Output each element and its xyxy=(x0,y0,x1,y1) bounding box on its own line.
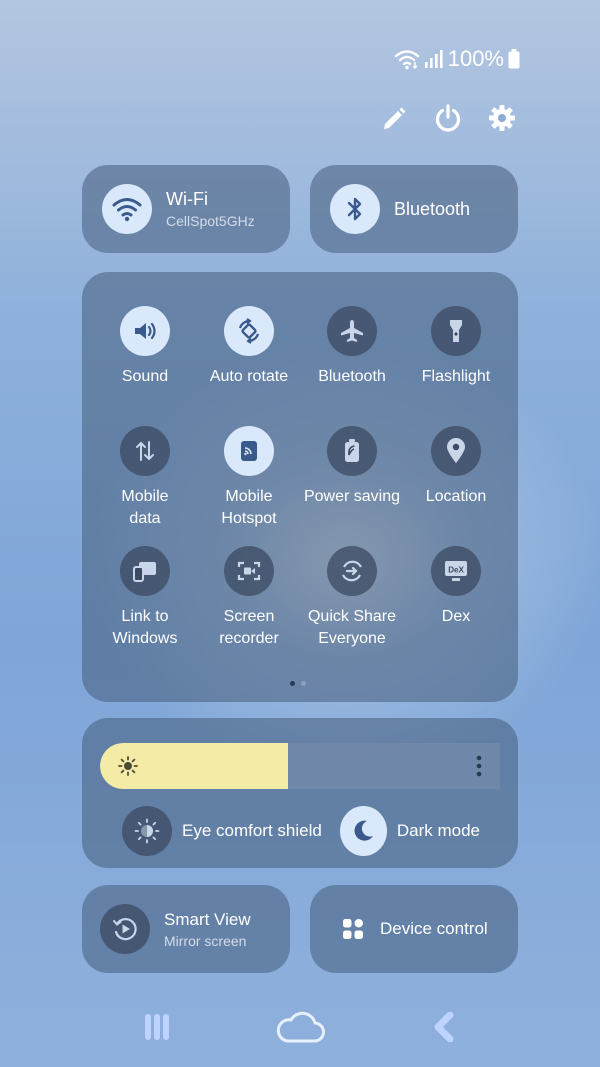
battery-percent: 100% xyxy=(447,46,504,71)
qs-auto-rotate[interactable]: Auto rotate xyxy=(197,306,301,388)
home-cloud-icon[interactable] xyxy=(272,1005,328,1049)
location-icon xyxy=(431,426,481,476)
brightness-slider[interactable] xyxy=(100,743,500,789)
link-to-windows-icon xyxy=(120,546,170,596)
dex-icon: DeX xyxy=(431,546,481,596)
qs-label: Location xyxy=(425,488,487,505)
eye-comfort-toggle[interactable]: Eye comfort shield xyxy=(122,806,322,856)
quick-share-icon xyxy=(327,546,377,596)
wifi-network-name: CellSpot5GHz xyxy=(166,213,255,229)
recent-apps-icon[interactable] xyxy=(134,1005,180,1049)
qs-label: Sound xyxy=(121,368,169,385)
settings-icon[interactable] xyxy=(486,102,518,134)
navigation-bar xyxy=(0,1005,600,1049)
device-control-title: Device control xyxy=(380,919,488,938)
dark-mode-toggle[interactable]: Dark mode xyxy=(340,806,480,856)
qs-label: Quick Share Everyone xyxy=(307,608,397,647)
bluetooth-tile[interactable]: Bluetooth xyxy=(310,165,518,253)
qs-mobile-data[interactable]: Mobile data xyxy=(93,426,197,530)
qs-label: Mobile Hotspot xyxy=(221,488,277,527)
back-icon[interactable] xyxy=(422,1005,466,1049)
sound-icon xyxy=(120,306,170,356)
battery-icon xyxy=(508,49,520,69)
qs-screen-recorder[interactable]: Screen recorder xyxy=(197,546,301,650)
wifi-icon xyxy=(102,184,152,234)
bluetooth-icon xyxy=(330,184,380,234)
eye-comfort-icon xyxy=(122,806,172,856)
power-saving-icon xyxy=(327,426,377,476)
quick-settings-panel: Sound Auto rotate Bluetooth Flashlight M… xyxy=(82,272,518,702)
flashlight-icon xyxy=(431,306,481,356)
smart-view-icon xyxy=(100,904,150,954)
qs-power-saving[interactable]: Power saving xyxy=(300,426,404,508)
qs-label: Dex xyxy=(441,608,471,625)
qs-dex[interactable]: DeX Dex xyxy=(404,546,508,628)
qs-label: Auto rotate xyxy=(209,368,289,385)
power-icon[interactable] xyxy=(432,102,464,134)
device-control-tile[interactable]: Device control xyxy=(310,885,518,973)
svg-text:DeX: DeX xyxy=(448,566,464,575)
signal-icon xyxy=(424,50,443,68)
screen-recorder-icon xyxy=(224,546,274,596)
status-bar: 100% xyxy=(394,46,520,72)
brightness-panel: Eye comfort shield Dark mode xyxy=(82,718,518,868)
header-actions xyxy=(378,102,518,134)
sun-icon xyxy=(118,756,138,776)
qs-label: Mobile data xyxy=(121,488,169,527)
qs-label: Link to Windows xyxy=(112,608,178,647)
device-control-icon xyxy=(343,919,363,939)
airplane-icon xyxy=(327,306,377,356)
smart-view-subtitle: Mirror screen xyxy=(164,932,247,949)
wifi-title: Wi-Fi xyxy=(166,189,208,209)
bluetooth-title: Bluetooth xyxy=(394,198,471,219)
edit-icon[interactable] xyxy=(378,102,410,134)
smart-view-title: Smart View xyxy=(164,909,251,929)
qs-label: Power saving xyxy=(303,488,401,505)
smart-view-tile[interactable]: Smart View Mirror screen xyxy=(82,885,290,973)
more-options-icon[interactable] xyxy=(476,755,482,777)
wifi-status-icon xyxy=(394,50,419,70)
qs-label: Bluetooth xyxy=(318,368,386,385)
moon-icon xyxy=(340,806,387,856)
qs-mobile-hotspot[interactable]: Mobile Hotspot xyxy=(197,426,301,530)
page-dot-active xyxy=(290,681,295,686)
qs-sound[interactable]: Sound xyxy=(93,306,197,388)
qs-airplane[interactable]: Bluetooth xyxy=(300,306,404,388)
page-dot xyxy=(301,681,306,686)
qs-link-to-windows[interactable]: Link to Windows xyxy=(93,546,197,650)
mobile-data-icon xyxy=(120,426,170,476)
qs-location[interactable]: Location xyxy=(404,426,508,508)
dark-mode-label: Dark mode xyxy=(396,821,480,840)
wifi-tile[interactable]: Wi-Fi CellSpot5GHz xyxy=(82,165,290,253)
qs-label: Screen recorder xyxy=(219,608,279,647)
auto-rotate-icon xyxy=(224,306,274,356)
qs-flashlight[interactable]: Flashlight xyxy=(404,306,508,388)
hotspot-icon xyxy=(224,426,274,476)
eye-comfort-label: Eye comfort shield xyxy=(182,821,322,840)
qs-quick-share[interactable]: Quick Share Everyone xyxy=(300,546,404,650)
qs-label: Flashlight xyxy=(421,368,491,385)
page-indicator xyxy=(290,681,306,686)
